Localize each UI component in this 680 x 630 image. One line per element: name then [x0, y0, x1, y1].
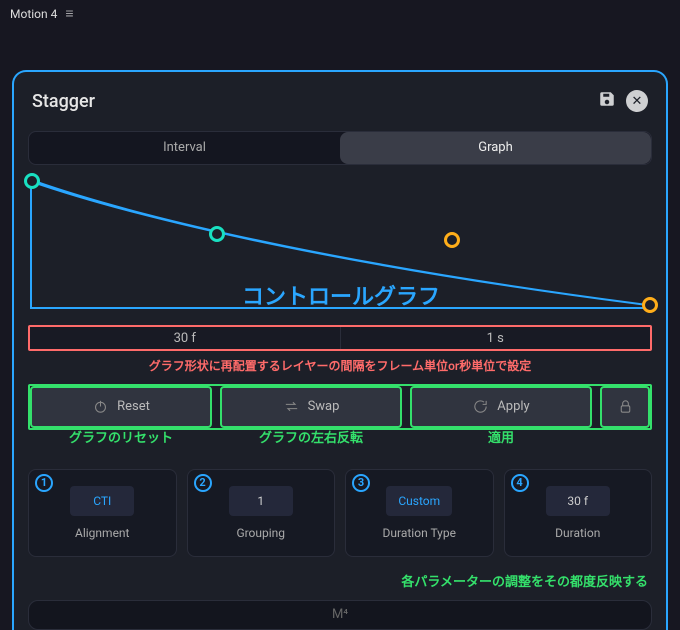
param-alignment-label: Alignment [75, 526, 129, 540]
graph-curve [32, 181, 650, 308]
param-row: 1 CTI Alignment 2 1 Grouping 3 Custom Du… [28, 469, 652, 557]
hamburger-icon[interactable]: ≡ [65, 7, 73, 21]
footer-button-label: M⁴ [332, 607, 348, 622]
reset-button-label: Reset [117, 399, 150, 414]
lock-button[interactable] [600, 386, 650, 428]
interval-row: 30 f 1 s [28, 325, 652, 351]
swap-button[interactable]: Swap グラフの左右反転 [220, 386, 402, 428]
save-icon[interactable] [598, 90, 616, 113]
lock-icon [617, 398, 634, 415]
param-badge: 2 [194, 474, 212, 492]
swap-button-label: Swap [308, 399, 340, 414]
param-badge: 3 [352, 474, 370, 492]
app-title: Motion 4 [10, 7, 57, 21]
control-graph[interactable]: コントロールグラフ [30, 181, 650, 310]
param-duration-type-value[interactable]: Custom [386, 486, 452, 516]
param-duration-type-label: Duration Type [383, 526, 456, 540]
params-annotation: 各パラメーターの調整をその都度反映する [28, 571, 652, 590]
apply-button[interactable]: Apply 適用 [410, 386, 592, 428]
swap-icon [283, 398, 300, 415]
graph-handle[interactable] [444, 232, 460, 248]
graph-handle[interactable] [209, 226, 225, 242]
param-alignment-value[interactable]: CTI [70, 486, 134, 516]
graph-handle[interactable] [642, 297, 658, 313]
graph-handle[interactable] [24, 173, 40, 189]
param-duration-type: 3 Custom Duration Type [345, 469, 494, 557]
action-row: Reset グラフのリセット Swap グラフの左右反転 Apply 適用 [28, 384, 652, 430]
tab-interval[interactable]: Interval [29, 132, 340, 164]
param-badge: 1 [35, 474, 53, 492]
panel-actions: ✕ [598, 90, 648, 113]
tab-graph[interactable]: Graph [340, 132, 651, 164]
interval-annotation: グラフ形状に再配置するレイヤーの間隔をフレーム単位or秒単位で設定 [28, 357, 652, 374]
footer-button[interactable]: M⁴ [28, 600, 652, 630]
swap-annotation: グラフの左右反転 [222, 427, 400, 446]
panel-title: Stagger [32, 91, 95, 112]
titlebar: Motion 4 ≡ [0, 0, 680, 28]
refresh-icon [472, 398, 489, 415]
param-duration-label: Duration [555, 526, 600, 540]
param-duration: 4 30 f Duration [504, 469, 653, 557]
reset-annotation: グラフのリセット [32, 427, 210, 446]
close-icon[interactable]: ✕ [626, 90, 648, 112]
param-alignment: 1 CTI Alignment [28, 469, 177, 557]
interval-frames-input[interactable]: 30 f [30, 327, 341, 349]
param-grouping-value[interactable]: 1 [229, 486, 293, 516]
panel-header: Stagger ✕ [28, 86, 652, 121]
reset-button[interactable]: Reset グラフのリセット [30, 386, 212, 428]
param-duration-value[interactable]: 30 f [546, 486, 610, 516]
power-icon [92, 398, 109, 415]
mode-tabs: Interval Graph [28, 131, 652, 165]
apply-button-label: Apply [497, 399, 529, 414]
interval-seconds-input[interactable]: 1 s [341, 327, 651, 349]
stagger-panel: Stagger ✕ Interval Graph コントロールグラフ 30 f … [12, 70, 668, 630]
apply-annotation: 適用 [412, 427, 590, 446]
param-badge: 4 [511, 474, 529, 492]
param-grouping: 2 1 Grouping [187, 469, 336, 557]
param-grouping-label: Grouping [236, 526, 285, 540]
